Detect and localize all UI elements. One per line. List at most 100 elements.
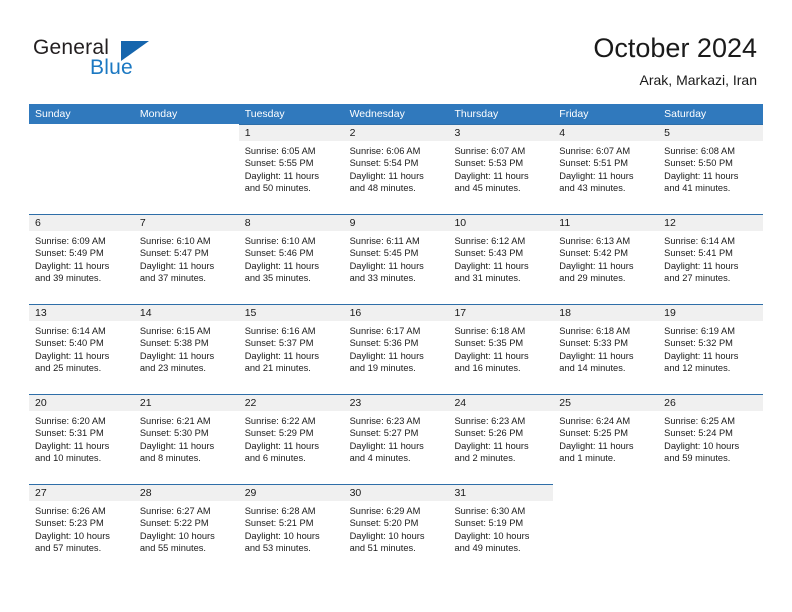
daylight-text-line1: Daylight: 11 hours [559,260,634,271]
daylight-text-line2: and 16 minutes. [454,363,521,374]
daylight-text-line2: and 53 minutes. [244,543,311,554]
day-number: 29 [244,487,257,499]
daylight-text-line1: Daylight: 11 hours [349,170,424,181]
daylight-text-line2: and 8 minutes. [139,453,201,464]
day-number-band: 5 [658,124,764,141]
calendar-day-cell[interactable]: 2 Sunrise: 6:06 AM Sunset: 5:54 PM Daylight… [343,124,449,214]
day-number-band: 18 [553,304,659,321]
daylight-text-line2: and 29 minutes. [559,273,626,284]
daylight-text-line1: Daylight: 11 hours [139,350,215,361]
calendar-day-cell[interactable]: 15 Sunrise: 6:16 AM Sunset: 5:37 PM Dayligh… [238,304,344,394]
calendar-day-cell[interactable]: 9 Sunrise: 6:11 AM Sunset: 5:45 PM Daylight… [343,214,449,304]
daylight-text-line1: Daylight: 11 hours [35,440,110,451]
sunrise-text: Sunrise: 6:06 AM [349,146,421,156]
sunrise-text: Sunrise: 6:23 AM [349,416,421,426]
day-number: 20 [35,397,47,409]
daylight-text-line2: and 37 minutes. [139,273,207,284]
calendar-day-cell[interactable]: 12 Sunrise: 6:14 AM Sunset: 5:41 PM Dayligh… [658,214,764,304]
calendar-day-cell[interactable]: 14 Sunrise: 6:15 AM Sunset: 5:38 PM Dayligh… [133,304,239,394]
day-number-band: 19 [658,304,764,321]
day-number-band: 17 [448,304,554,321]
sunset-text: Sunset: 5:37 PM [244,338,314,349]
daylight-text-line2: and 4 minutes. [349,453,411,464]
weekday-header-sunday: Sunday [35,108,71,120]
calendar-day-cell[interactable]: 3 Sunrise: 6:07 AM Sunset: 5:53 PM Daylight… [448,124,554,214]
daylight-text-line2: and 23 minutes. [139,363,207,374]
calendar-day-cell[interactable]: 30 Sunrise: 6:29 AM Sunset: 5:20 PM Dayligh… [343,484,449,574]
calendar-day-cell[interactable]: 4 Sunrise: 6:07 AM Sunset: 5:51 PM Daylight… [553,124,659,214]
calendar-week-row: 6 Sunrise: 6:09 AM Sunset: 5:49 PM Daylight… [29,214,764,304]
daylight-text-line1: Daylight: 11 hours [664,260,739,271]
sunset-text: Sunset: 5:53 PM [454,158,524,169]
day-number-band: 15 [238,304,344,321]
daylight-text-line1: Daylight: 11 hours [349,350,424,361]
daylight-text-line2: and 31 minutes. [454,273,521,284]
day-number-band: 29 [238,484,344,501]
sunrise-text: Sunrise: 6:20 AM [35,416,106,426]
sunrise-text: Sunrise: 6:18 AM [454,326,526,336]
day-number-band: 24 [448,394,554,411]
calendar-day-cell[interactable]: 8 Sunrise: 6:10 AM Sunset: 5:46 PM Daylight… [238,214,344,304]
sunset-text: Sunset: 5:40 PM [35,338,104,349]
sunrise-text: Sunrise: 6:21 AM [139,416,211,426]
calendar-day-cell[interactable]: 6 Sunrise: 6:09 AM Sunset: 5:49 PM Daylight… [29,214,134,304]
sunrise-text: Sunrise: 6:22 AM [244,416,316,426]
day-number: 21 [139,397,152,409]
day-number: 3 [454,127,461,139]
calendar-day-cell[interactable]: 21 Sunrise: 6:21 AM Sunset: 5:30 PM Dayligh… [133,394,239,484]
calendar-day-cell[interactable]: 11 Sunrise: 6:13 AM Sunset: 5:42 PM Dayligh… [553,214,659,304]
calendar-day-cell[interactable]: 23 Sunrise: 6:23 AM Sunset: 5:27 PM Dayligh… [343,394,449,484]
calendar-day-cell[interactable]: 16 Sunrise: 6:17 AM Sunset: 5:36 PM Dayligh… [343,304,449,394]
day-number-band: 26 [658,394,764,411]
day-number: 7 [139,217,146,229]
calendar-day-cell[interactable]: 31 Sunrise: 6:30 AM Sunset: 5:19 PM Dayligh… [448,484,554,574]
day-details: Sunrise: 6:17 AM Sunset: 5:36 PM Daylight:… [344,321,449,375]
calendar-day-cell[interactable]: 1 Sunrise: 6:05 AM Sunset: 5:55 PM Daylight… [238,124,344,214]
sunrise-text: Sunrise: 6:26 AM [35,506,106,516]
calendar-day-cell[interactable]: 27 Sunrise: 6:26 AM Sunset: 5:23 PM Dayligh… [29,484,134,574]
day-number: 18 [559,307,571,319]
sunset-text: Sunset: 5:26 PM [454,428,524,439]
sunset-text: Sunset: 5:31 PM [35,428,104,439]
day-number-band: 1 [238,124,344,141]
calendar-day-cell[interactable]: 20 Sunrise: 6:20 AM Sunset: 5:31 PM Dayligh… [29,394,134,484]
calendar-week-row: 20 Sunrise: 6:20 AM Sunset: 5:31 PM Dayligh… [29,394,764,484]
day-number: 1 [244,127,251,139]
day-number: 26 [664,397,676,409]
calendar-day-cell[interactable]: 26 Sunrise: 6:25 AM Sunset: 5:24 PM Dayligh… [658,394,764,484]
sunset-text: Sunset: 5:46 PM [244,248,314,259]
calendar-day-cell[interactable]: 5 Sunrise: 6:08 AM Sunset: 5:50 PM Daylight… [658,124,764,214]
daylight-text-line1: Daylight: 11 hours [349,260,424,271]
daylight-text-line2: and 35 minutes. [244,273,311,284]
daylight-text-line2: and 55 minutes. [139,543,207,554]
sunrise-text: Sunrise: 6:24 AM [559,416,631,426]
day-number-band: 31 [448,484,554,501]
sunrise-text: Sunrise: 6:08 AM [664,146,735,156]
calendar-day-cell[interactable]: 22 Sunrise: 6:22 AM Sunset: 5:29 PM Dayligh… [238,394,344,484]
calendar-day-cell[interactable]: 24 Sunrise: 6:23 AM Sunset: 5:26 PM Dayligh… [448,394,554,484]
daylight-text-line2: and 14 minutes. [559,363,626,374]
day-details: Sunrise: 6:16 AM Sunset: 5:37 PM Daylight:… [239,321,344,375]
day-details: Sunrise: 6:20 AM Sunset: 5:31 PM Daylight:… [29,411,134,465]
day-number: 15 [244,307,257,319]
daylight-text-line2: and 10 minutes. [35,453,102,464]
calendar-day-cell[interactable]: 10 Sunrise: 6:12 AM Sunset: 5:43 PM Dayligh… [448,214,554,304]
day-number-band: 14 [133,304,239,321]
calendar-day-cell[interactable]: 29 Sunrise: 6:28 AM Sunset: 5:21 PM Dayligh… [238,484,344,574]
calendar-day-cell[interactable]: 17 Sunrise: 6:18 AM Sunset: 5:35 PM Dayligh… [448,304,554,394]
calendar-day-cell[interactable]: 28 Sunrise: 6:27 AM Sunset: 5:22 PM Dayligh… [133,484,239,574]
calendar-day-cell[interactable]: 25 Sunrise: 6:24 AM Sunset: 5:25 PM Dayligh… [553,394,659,484]
day-number-band: 6 [29,214,134,231]
sunset-text: Sunset: 5:27 PM [349,428,419,439]
calendar-day-cell[interactable]: 13 Sunrise: 6:14 AM Sunset: 5:40 PM Dayligh… [29,304,134,394]
calendar-day-cell[interactable]: 18 Sunrise: 6:18 AM Sunset: 5:33 PM Dayligh… [553,304,659,394]
calendar-day-cell[interactable]: 19 Sunrise: 6:19 AM Sunset: 5:32 PM Dayligh… [658,304,764,394]
calendar-week-row: 1 Sunrise: 6:05 AM Sunset: 5:55 PM Daylight… [29,124,764,214]
calendar-day-cell[interactable]: 7 Sunrise: 6:10 AM Sunset: 5:47 PM Daylight… [133,214,239,304]
sunset-text: Sunset: 5:36 PM [349,338,419,349]
daylight-text-line2: and 2 minutes. [454,453,516,464]
sunrise-text: Sunrise: 6:10 AM [139,236,211,246]
sunset-text: Sunset: 5:23 PM [35,518,104,529]
day-number: 28 [139,487,152,499]
day-details: Sunrise: 6:09 AM Sunset: 5:49 PM Daylight:… [29,231,134,285]
